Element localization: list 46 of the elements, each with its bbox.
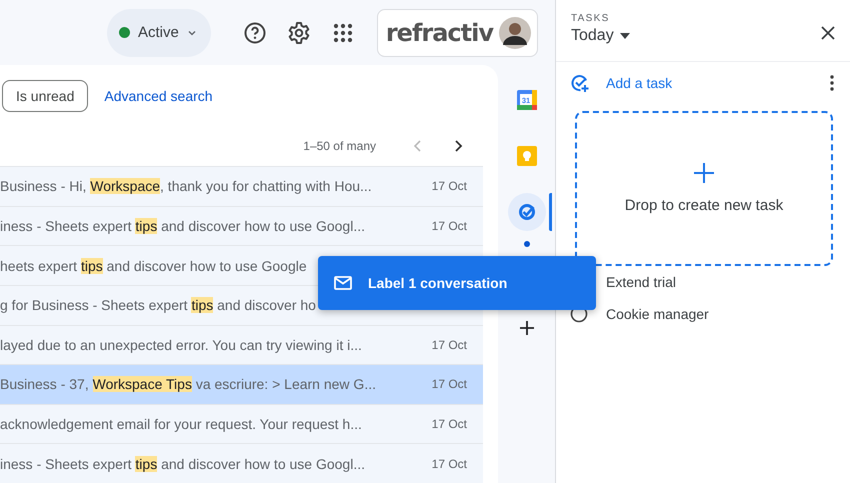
message-row[interactable]: acknowledgement email for your request. Your request h... 17 Oct xyxy=(0,404,483,444)
message-date: 17 Oct xyxy=(432,218,467,233)
message-snippet: acknowledgement email for your request. Your request h... xyxy=(0,416,362,432)
tasks-icon[interactable] xyxy=(516,202,536,222)
advanced-search-link[interactable]: Advanced search xyxy=(104,88,213,104)
message-snippet: Business - 37, Workspace Tips va escriure: > Learn new G... xyxy=(0,376,376,392)
help-icon[interactable] xyxy=(242,20,267,44)
message-snippet: iness - Sheets expert tips and discover how to use Googl... xyxy=(0,456,365,472)
filter-chip[interactable]: Is unread xyxy=(2,80,88,112)
page-range: 1–50 of many xyxy=(303,139,376,154)
message-row[interactable]: iness - Sheets expert tips and discover how to use Googl... 17 Oct xyxy=(0,443,483,483)
plus-icon xyxy=(694,163,714,183)
list-selector[interactable]: Today xyxy=(571,27,630,45)
add-icon[interactable] xyxy=(518,320,534,336)
envelope-icon xyxy=(334,276,352,290)
message-date: 17 Oct xyxy=(432,179,467,194)
task-title: Cookie manager xyxy=(606,306,709,322)
message-snippet: layed due to an unexpected error. You can try viewing it i... xyxy=(0,336,362,353)
add-task-icon xyxy=(570,73,590,93)
message-row[interactable]: Business - 37, Workspace Tips va escriure: > Learn new G... 17 Oct xyxy=(0,364,483,404)
message-snippet: g for Business - Sheets expert tips and discover ho xyxy=(0,297,316,314)
message-snippet: iness - Sheets expert tips and discover how to use Googl... xyxy=(0,218,365,234)
dropdown-arrow-icon xyxy=(620,33,630,39)
message-snippet: heets expert tips and discover how to use Google xyxy=(0,258,307,274)
add-task-button[interactable]: Add a task xyxy=(570,73,672,93)
status-dot xyxy=(118,27,130,38)
close-icon[interactable] xyxy=(820,25,836,41)
rail-dot xyxy=(524,241,530,247)
task-title: Extend trial xyxy=(606,274,676,290)
message-date: 17 Oct xyxy=(432,417,467,432)
more-options-icon[interactable] xyxy=(830,75,834,91)
brand-logo: refractiv xyxy=(386,18,493,46)
selection-bar xyxy=(549,193,552,231)
account-card[interactable]: refractiv xyxy=(376,8,538,56)
message-row[interactable]: Business - Hi, Workspace, thank you for chatting with Hou... 17 Oct xyxy=(0,166,483,206)
drop-zone-label: Drop to create new task xyxy=(624,197,784,214)
avatar-icon xyxy=(499,16,531,48)
message-row[interactable]: layed due to an unexpected error. You can try viewing it i... 17 Oct xyxy=(0,324,483,364)
panel-heading: TASKS xyxy=(571,13,611,24)
message-date: 17 Oct xyxy=(432,456,467,471)
settings-icon[interactable] xyxy=(286,20,311,44)
message-date: 17 Oct xyxy=(432,338,467,352)
message-snippet: Business - Hi, Workspace, thank you for chatting with Hou... xyxy=(0,178,372,194)
message-date: 17 Oct xyxy=(432,377,467,392)
status-button[interactable]: Active xyxy=(106,8,211,56)
message-row[interactable]: iness - Sheets expert tips and discover how to use Googl... 17 Oct xyxy=(0,206,483,246)
